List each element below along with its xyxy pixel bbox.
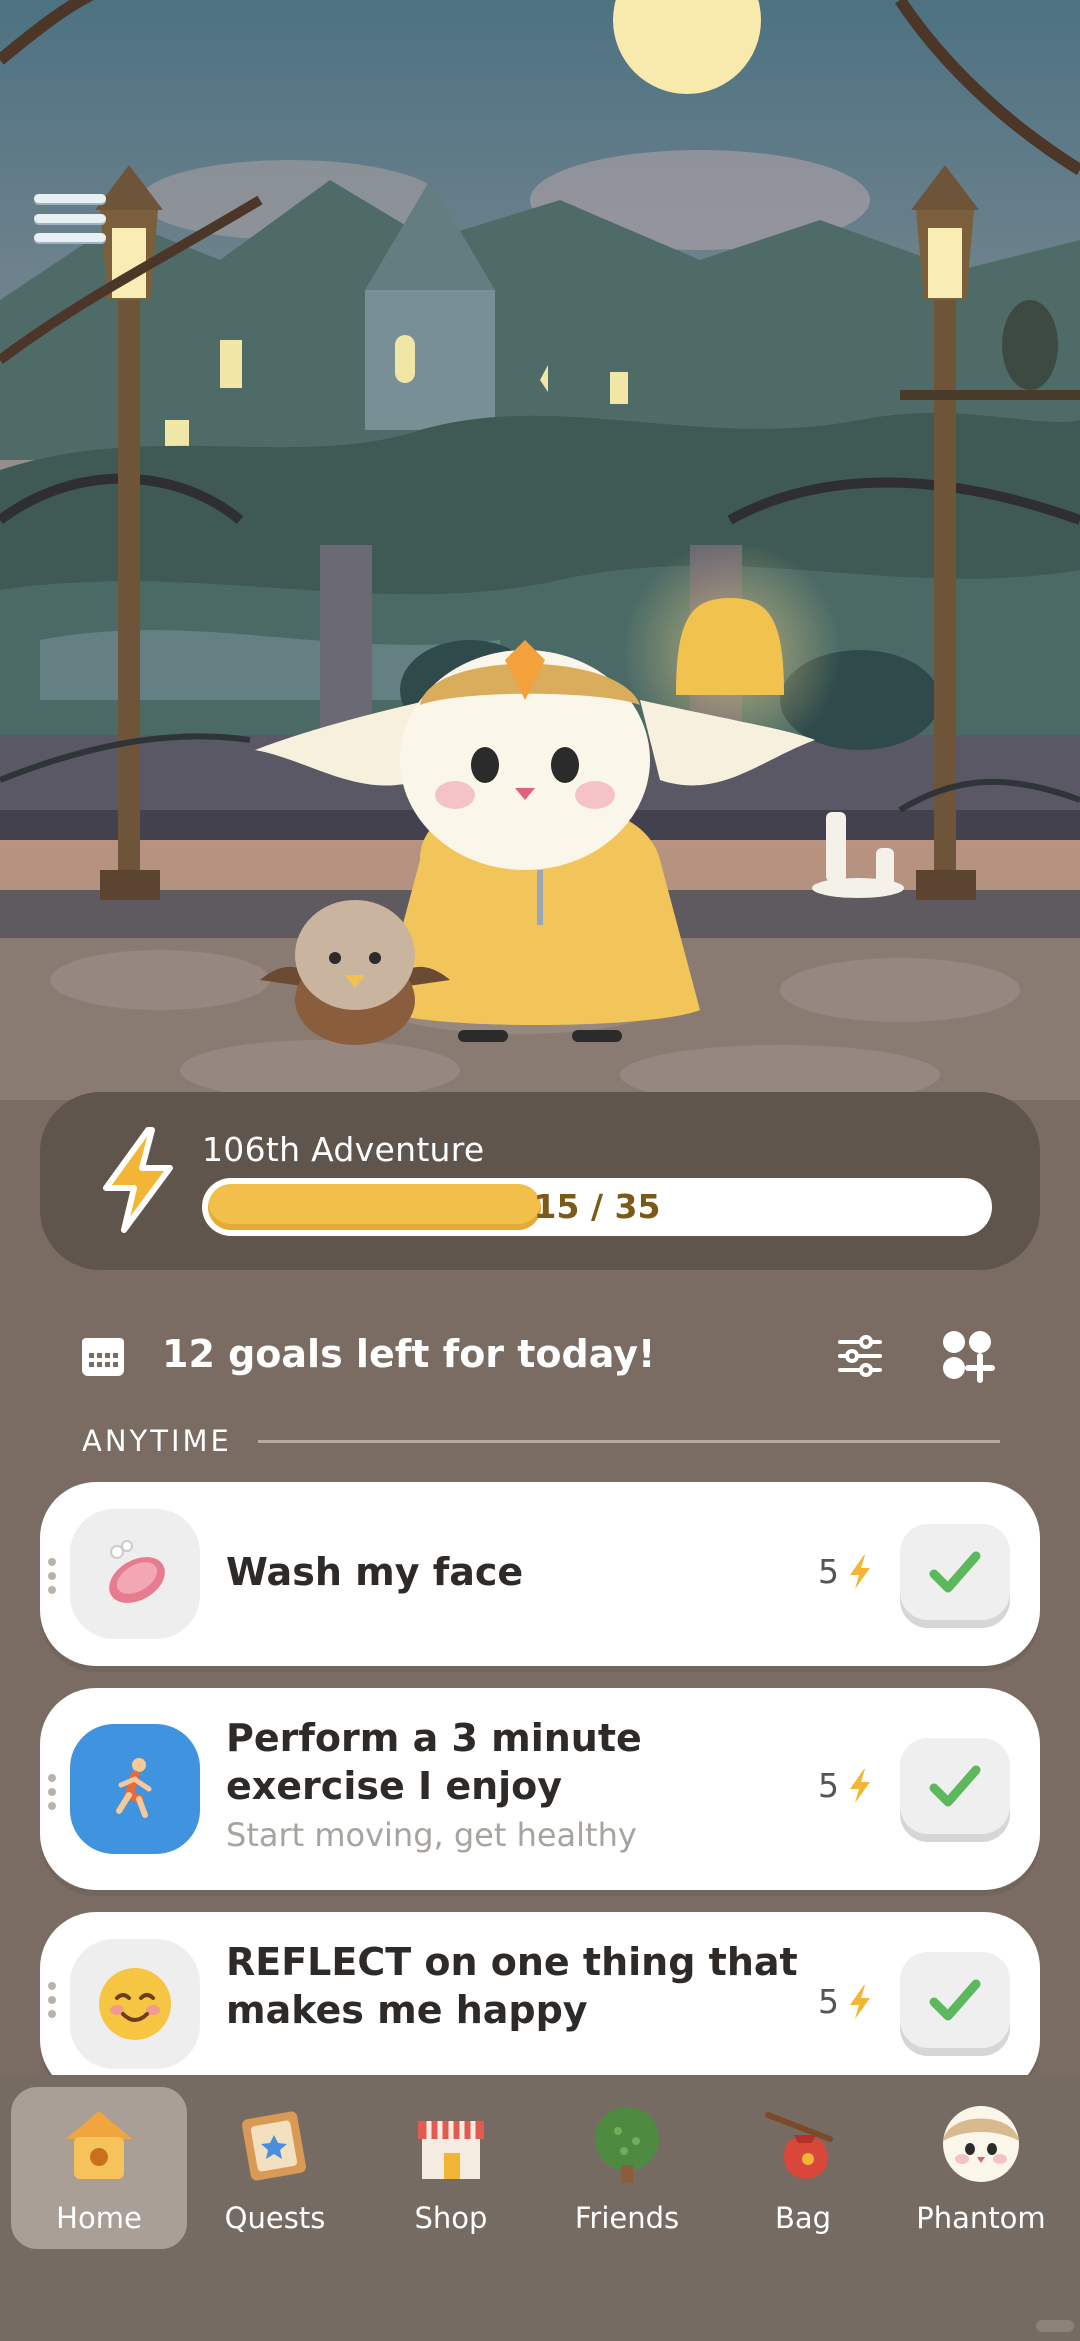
goal-points: 5 xyxy=(818,1552,873,1591)
goal-points: 5 xyxy=(818,1982,873,2021)
nav-shop[interactable]: Shop xyxy=(363,2087,539,2249)
complete-goal-button[interactable] xyxy=(900,1952,1010,2048)
running-person-icon xyxy=(70,1724,200,1854)
nav-label: Shop xyxy=(414,2201,488,2235)
nav-phantom[interactable]: Phantom xyxy=(893,2087,1069,2249)
lightning-bolt-icon xyxy=(850,1984,870,2019)
goal-title: Wash my face xyxy=(226,1550,524,1594)
drag-handle[interactable] xyxy=(48,1558,58,1594)
goal-card[interactable]: Wash my face 5 xyxy=(40,1482,1040,1666)
nav-label: Friends xyxy=(574,2201,680,2235)
home-indicator xyxy=(1036,2320,1074,2332)
nav-label: Bag xyxy=(774,2201,832,2235)
smiling-face-icon xyxy=(70,1939,200,2069)
goal-list: Wash my face 5 Perform a 3 minute exerci… xyxy=(0,0,1080,2075)
goal-subtitle: Start moving, get healthy xyxy=(226,1816,637,1854)
checkmark-icon xyxy=(929,1765,981,1807)
bottom-navigation: Home Quests Shop Friends Bag Phantom xyxy=(0,2075,1080,2341)
drag-handle[interactable] xyxy=(48,1774,58,1810)
nav-label: Home xyxy=(56,2201,142,2235)
lightning-bolt-icon xyxy=(850,1768,870,1803)
shop-icon xyxy=(418,2121,484,2179)
quest-board-icon xyxy=(241,2111,307,2181)
goal-card[interactable]: REFLECT on one thing that makes me happy… xyxy=(40,1912,1040,2075)
checkmark-icon xyxy=(929,1551,981,1593)
goal-title: REFLECT on one thing that makes me happy xyxy=(226,1940,798,2032)
checkmark-icon xyxy=(929,1979,981,2021)
goal-points-value: 5 xyxy=(818,1982,839,2021)
nav-label: Phantom xyxy=(916,2201,1046,2235)
birdhouse-icon xyxy=(66,2111,132,2179)
goal-title: Perform a 3 minute exercise I enjoy xyxy=(226,1716,642,1808)
soap-icon xyxy=(70,1509,200,1639)
nav-label: Quests xyxy=(224,2201,326,2235)
phantom-avatar-icon xyxy=(943,2106,1019,2182)
lightning-bolt-icon xyxy=(850,1554,870,1589)
complete-goal-button[interactable] xyxy=(900,1524,1010,1620)
tree-icon xyxy=(595,2107,659,2183)
nav-home[interactable]: Home xyxy=(11,2087,187,2249)
drag-handle[interactable] xyxy=(48,1982,58,2018)
bag-icon xyxy=(765,2112,833,2179)
goal-card[interactable]: Perform a 3 minute exercise I enjoy Star… xyxy=(40,1688,1040,1890)
goal-points: 5 xyxy=(818,1766,873,1805)
complete-goal-button[interactable] xyxy=(900,1738,1010,1834)
nav-friends[interactable]: Friends xyxy=(539,2087,715,2249)
goal-points-value: 5 xyxy=(818,1552,839,1591)
goal-points-value: 5 xyxy=(818,1766,839,1805)
nav-bag[interactable]: Bag xyxy=(715,2087,891,2249)
nav-quests[interactable]: Quests xyxy=(187,2087,363,2249)
